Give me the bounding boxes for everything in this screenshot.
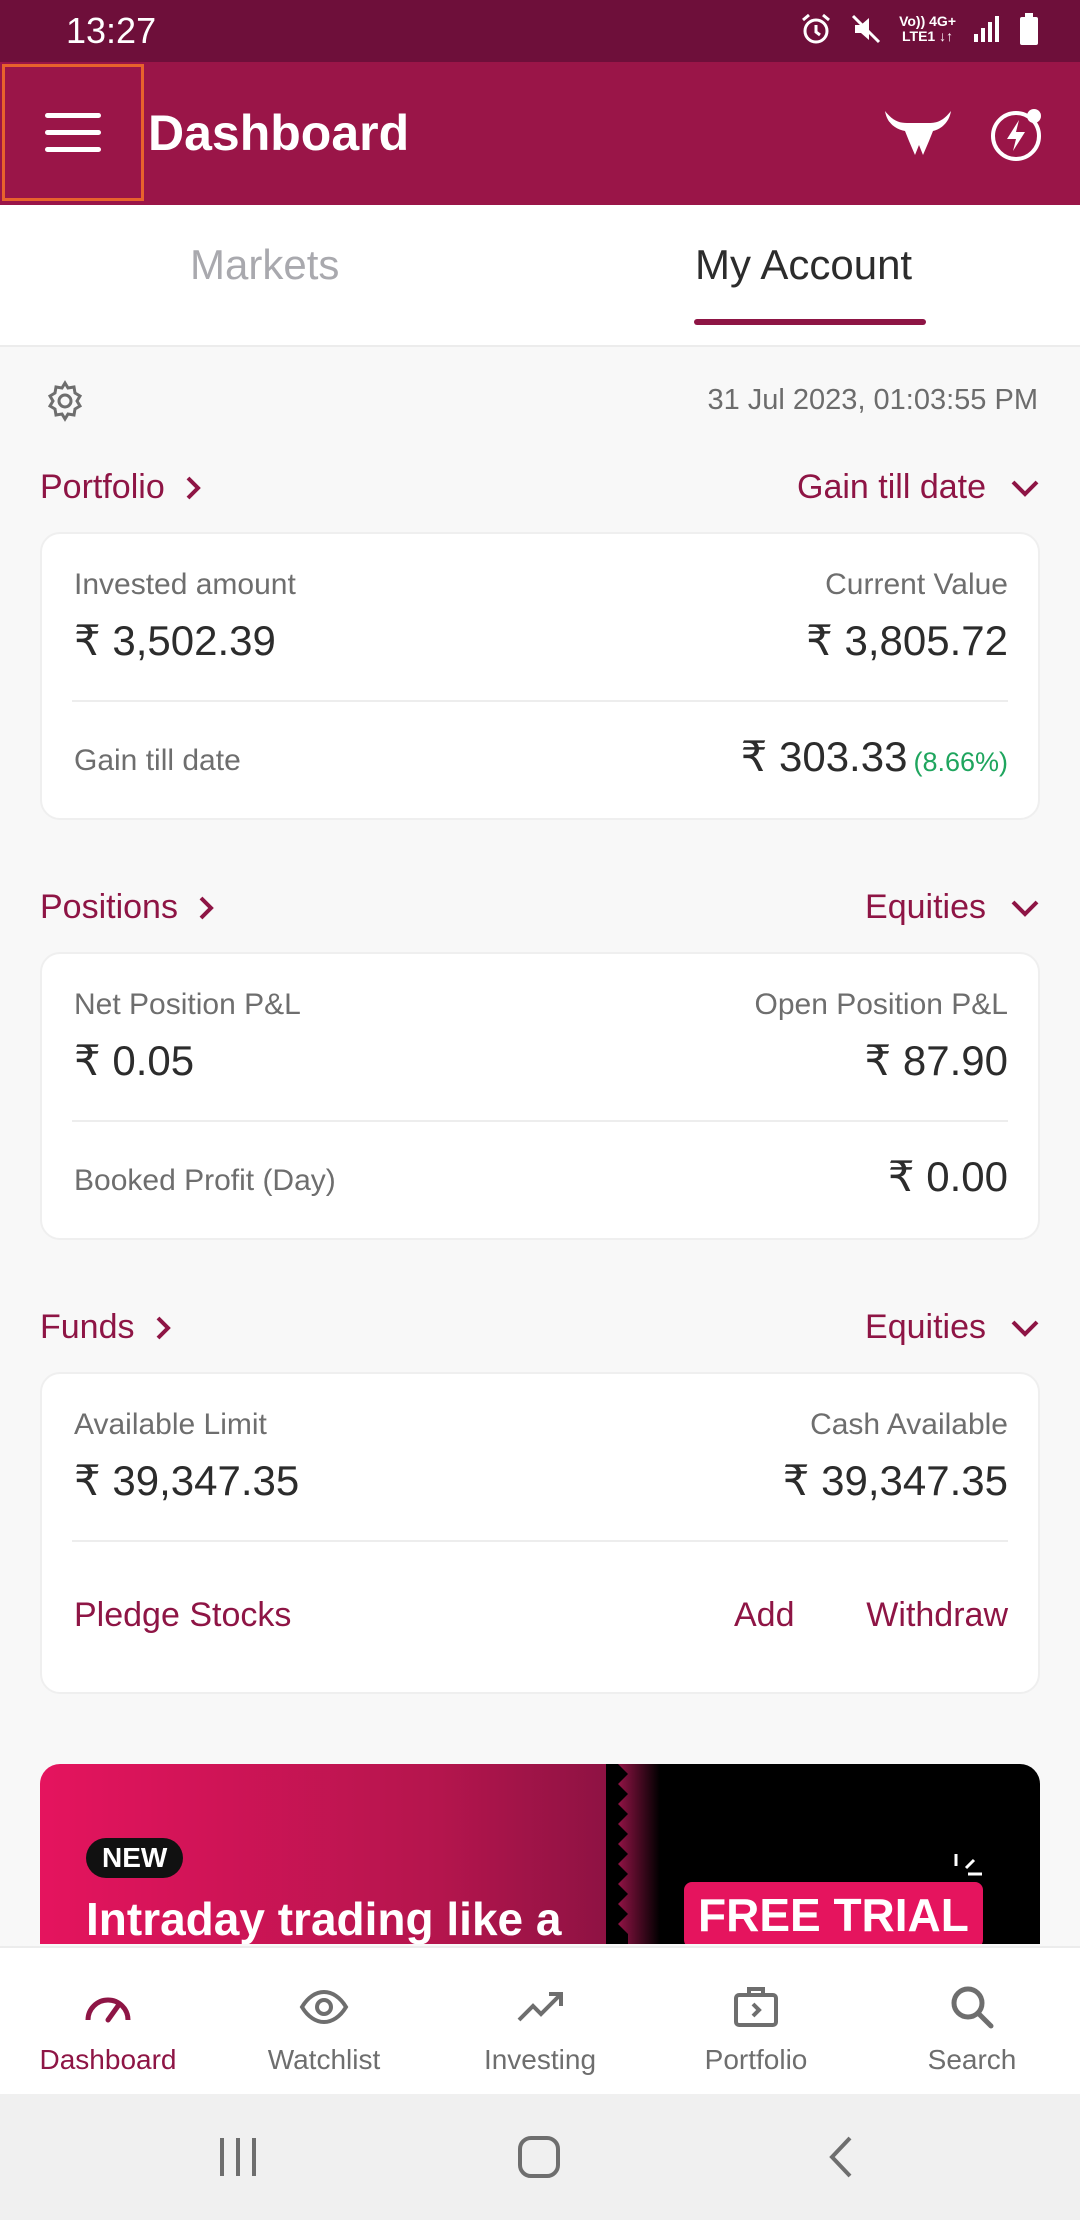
divider: [72, 700, 1008, 702]
funds-filter-dropdown[interactable]: Equities: [865, 1308, 1040, 1347]
withdraw-funds-button[interactable]: Withdraw: [866, 1596, 1008, 1635]
tab-my-account[interactable]: My Account: [695, 241, 912, 289]
sparkle-icon: [954, 1854, 982, 1876]
funds-link[interactable]: Funds: [40, 1308, 171, 1347]
booked-profit-label: Booked Profit (Day): [74, 1164, 336, 1197]
bull-logo-button[interactable]: [880, 102, 956, 162]
app-bar: Dashboard: [0, 62, 1080, 205]
gain-till-date-value: ₹ 303.33 (8.66%): [741, 732, 1008, 781]
lightning-icon: [991, 109, 1041, 161]
current-value-label: Current Value: [825, 568, 1008, 601]
cash-available-value: ₹ 39,347.35: [782, 1457, 1008, 1504]
positions-link[interactable]: Positions: [40, 888, 214, 927]
trend-up-icon: [517, 1992, 563, 2022]
back-icon[interactable]: [824, 2132, 858, 2182]
home-icon[interactable]: [516, 2132, 562, 2182]
nav-dashboard-label: Dashboard: [39, 2044, 177, 2075]
search-icon: [951, 1986, 994, 2029]
free-trial-badge: FREE TRIAL: [684, 1882, 983, 1944]
nav-search[interactable]: Search: [864, 1948, 1080, 2096]
positions-header: Positions Equities: [40, 882, 1040, 932]
nav-portfolio-label: Portfolio: [704, 2044, 808, 2075]
flash-button[interactable]: [988, 106, 1044, 162]
nav-dashboard[interactable]: Dashboard: [0, 1948, 216, 2096]
nav-investing[interactable]: Investing: [432, 1948, 648, 2096]
funds-header: Funds Equities: [40, 1302, 1040, 1352]
tab-markets[interactable]: Markets: [190, 241, 339, 289]
gear-icon: [47, 380, 83, 422]
current-value-value: ₹ 3,805.72: [806, 617, 1008, 664]
nav-watchlist-label: Watchlist: [267, 2044, 381, 2075]
new-badge: NEW: [86, 1838, 184, 1878]
add-funds-button[interactable]: Add: [734, 1596, 795, 1635]
nav-portfolio[interactable]: Portfolio: [648, 1948, 864, 2096]
portfolio-header: Portfolio Gain till date: [40, 462, 1040, 512]
positions-card[interactable]: Net Position P&L ₹ 0.05 Open Position P&…: [40, 952, 1040, 1240]
gain-percentage: (8.66%): [913, 747, 1008, 777]
status-bar: 13:27 Vo)) 4G+ LTE1 ↓↑: [0, 0, 1080, 62]
booked-profit-value: ₹ 0.00: [887, 1153, 1008, 1200]
banner-headline: Intraday trading like a: [86, 1893, 562, 1944]
portfolio-title: Portfolio: [40, 468, 165, 506]
mute-icon: [852, 14, 881, 44]
last-updated-timestamp: 31 Jul 2023, 01:03:55 PM: [707, 384, 1038, 416]
funds-filter-label: Equities: [865, 1308, 986, 1346]
network-type-label: Vo)) 4G+ LTE1 ↓↑: [899, 13, 956, 44]
menu-button[interactable]: [2, 64, 144, 201]
cash-available-label: Cash Available: [810, 1408, 1008, 1441]
chevron-down-icon: [1011, 480, 1039, 497]
invested-amount-label: Invested amount: [74, 568, 296, 601]
available-limit-value: ₹ 39,347.35: [74, 1457, 300, 1504]
alarm-icon: [802, 13, 831, 44]
positions-filter-label: Equities: [865, 888, 986, 926]
chevron-right-icon: [186, 476, 201, 499]
nav-search-label: Search: [927, 2044, 1017, 2075]
bull-icon: [885, 111, 951, 155]
open-position-label: Open Position P&L: [754, 988, 1009, 1021]
funds-title: Funds: [40, 1308, 135, 1346]
signal-icon: [974, 16, 999, 42]
invested-amount-value: ₹ 3,502.39: [74, 617, 276, 664]
status-icons: Vo)) 4G+ LTE1 ↓↑: [799, 12, 1040, 46]
positions-title: Positions: [40, 888, 178, 926]
divider: [72, 1540, 1008, 1542]
briefcase-icon: [734, 1987, 778, 2027]
net-position-value: ₹ 0.05: [74, 1037, 195, 1084]
pledge-stocks-link[interactable]: Pledge Stocks: [74, 1596, 291, 1635]
divider: [72, 1120, 1008, 1122]
system-navigation-bar: [0, 2094, 1080, 2220]
gain-till-date-label: Gain till date: [74, 744, 241, 777]
portfolio-link[interactable]: Portfolio: [40, 468, 201, 507]
funds-card: Available Limit ₹ 39,347.35 Cash Availab…: [40, 1372, 1040, 1694]
net-position-label: Net Position P&L: [74, 988, 301, 1021]
portfolio-card[interactable]: Invested amount ₹ 3,502.39 Current Value…: [40, 532, 1040, 820]
settings-button[interactable]: [44, 380, 86, 422]
nav-watchlist[interactable]: Watchlist: [216, 1948, 432, 2096]
promo-banner[interactable]: NEW Intraday trading like a FREE TRIAL: [40, 1764, 1040, 1944]
status-time: 13:27: [66, 10, 157, 51]
chevron-right-icon: [156, 1316, 171, 1339]
bottom-navigation: Dashboard Watchlist Investing Portfolio …: [0, 1946, 1080, 2094]
open-position-value: ₹ 87.90: [864, 1037, 1009, 1084]
positions-filter-dropdown[interactable]: Equities: [865, 888, 1040, 927]
portfolio-filter-label: Gain till date: [797, 468, 986, 506]
hamburger-icon: [45, 112, 101, 152]
gain-amount: ₹ 303.33: [740, 733, 908, 780]
speedometer-icon: [85, 1997, 131, 2023]
chevron-down-icon: [1011, 1320, 1039, 1337]
page-title: Dashboard: [148, 105, 410, 161]
recent-apps-icon[interactable]: [216, 2132, 260, 2182]
battery-icon: [1020, 13, 1038, 45]
chevron-right-icon: [199, 896, 214, 919]
chevron-down-icon: [1011, 900, 1039, 917]
active-tab-indicator: [694, 319, 926, 325]
nav-investing-label: Investing: [483, 2044, 597, 2075]
portfolio-filter-dropdown[interactable]: Gain till date: [797, 468, 1040, 507]
available-limit-label: Available Limit: [74, 1408, 267, 1441]
tab-bar: Markets My Account: [0, 205, 1080, 347]
banner-tear-edge: [606, 1764, 628, 1944]
eye-icon: [299, 1989, 349, 2025]
